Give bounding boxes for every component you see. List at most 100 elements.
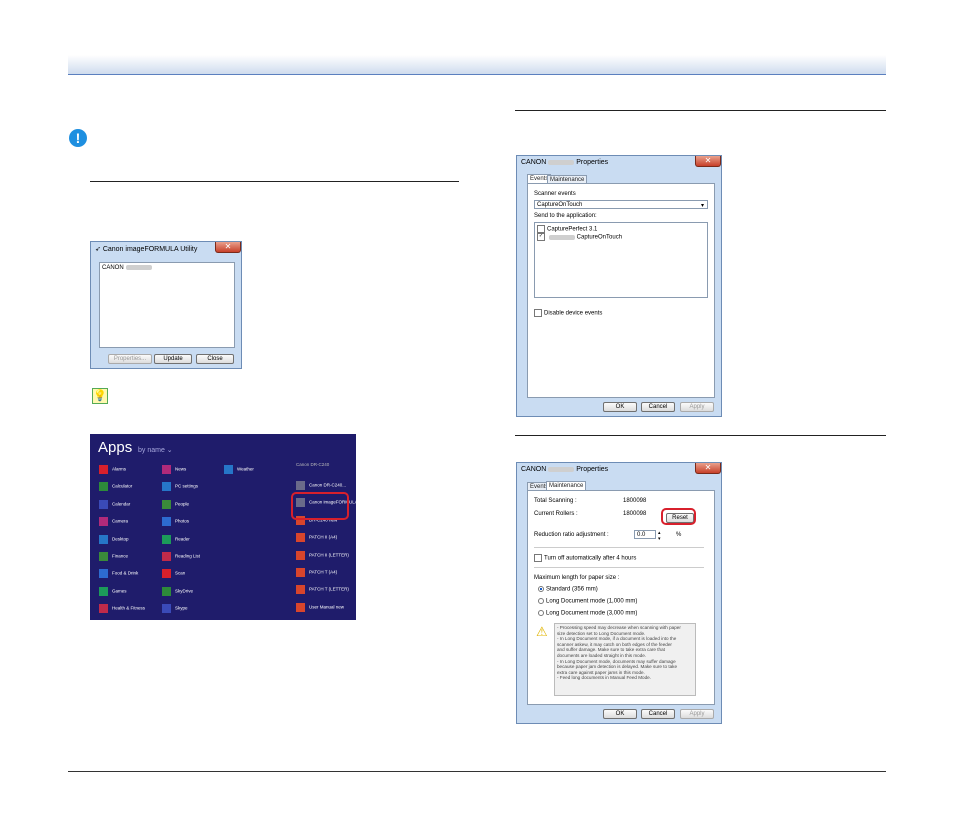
hint-icon: 💡 [92, 388, 108, 404]
app-tile[interactable]: SkyDrive [162, 586, 194, 596]
app-tile[interactable]: News [162, 465, 186, 474]
app-tile[interactable]: Camera [99, 517, 128, 527]
app-tile[interactable]: Scan [162, 569, 185, 579]
divider [534, 567, 704, 568]
turn-off-option[interactable]: Turn off automatically after 4 hours [534, 554, 636, 562]
app-tile-label: Weather [237, 466, 254, 472]
app-tile-label: PATCH T (LETTER) [309, 587, 349, 593]
close-icon[interactable]: ✕ [215, 242, 241, 253]
radio-standard[interactable]: Standard (356 mm) [538, 586, 598, 593]
app-icon [162, 465, 171, 474]
section-rule [90, 181, 459, 182]
app-tile-label: Reading List [175, 553, 201, 559]
events-dialog-title: CANON Properties [521, 159, 609, 166]
app-icon [296, 602, 305, 612]
app-tile[interactable]: Calendar [99, 499, 131, 509]
app-tile-label: Calendar [112, 501, 131, 507]
app-tile[interactable]: Photos [162, 517, 189, 527]
cancel-button[interactable]: Cancel [641, 709, 675, 719]
close-button[interactable]: Close [196, 354, 234, 364]
ok-button[interactable]: OK [603, 709, 637, 719]
properties-button[interactable]: Properties... [108, 354, 152, 364]
app-icon [99, 604, 108, 614]
total-scanning-label: Total Scanning : [534, 498, 577, 504]
app-icon [162, 586, 171, 596]
app-icon [162, 534, 171, 544]
app-tile-label: PC settings [175, 484, 199, 490]
scanner-events-select[interactable]: CaptureOnTouch ▾ [534, 200, 708, 209]
send-to-label: Send to the application: [534, 213, 597, 219]
app-tile[interactable]: Reading List [162, 552, 200, 561]
app-tile[interactable]: Reader [162, 534, 190, 544]
reduction-label: Reduction ratio adjustment : [534, 532, 609, 538]
disable-events-option[interactable]: Disable device events [534, 309, 602, 317]
app-icon [99, 465, 108, 474]
app-icon [224, 465, 233, 474]
app-tile[interactable]: Food & Drink [99, 569, 138, 579]
apps-title: Apps [98, 439, 133, 456]
device-list[interactable]: CANON [99, 262, 235, 348]
app-tile-label: Canon DR-C240... [309, 482, 347, 488]
caution-icon: ! [69, 129, 87, 147]
apps-sort[interactable]: by name ⌄ [138, 446, 173, 454]
app-icon [99, 534, 108, 544]
stepper-arrows-icon[interactable]: ▴ ▾ [658, 530, 661, 542]
app-icon [162, 482, 171, 492]
app-icon [99, 569, 108, 579]
app-tile[interactable]: PATCH T (LETTER) [296, 585, 349, 595]
app-tile[interactable]: PATCH T (A4) [296, 568, 337, 577]
reduction-stepper[interactable]: 0.0 [634, 530, 656, 539]
events-panel: Scanner events CaptureOnTouch ▾ Send to … [527, 183, 715, 398]
list-item[interactable]: ✓ CaptureOnTouch [537, 233, 622, 241]
radio-long-1000[interactable]: Long Document mode (1,000 mm) [538, 598, 637, 605]
list-item[interactable]: CapturePerfect 3.1 [537, 225, 597, 233]
close-icon[interactable]: ✕ [695, 156, 721, 167]
app-tile[interactable]: PATCH II (LETTER) [296, 550, 349, 560]
apply-button[interactable]: Apply [680, 402, 714, 412]
app-tile[interactable]: People [162, 499, 190, 509]
cancel-button[interactable]: Cancel [641, 402, 675, 412]
app-icon [99, 586, 108, 596]
app-tile-label: News [175, 466, 187, 472]
checkbox-checked[interactable]: ✓ [537, 233, 545, 241]
header-bar [68, 55, 886, 75]
section-rule [515, 110, 886, 111]
app-icon [162, 499, 171, 509]
checkbox[interactable] [537, 225, 545, 233]
close-icon[interactable]: ✕ [695, 463, 721, 474]
tab-maintenance[interactable]: Maintenance [547, 175, 588, 183]
app-tile-label: SkyDrive [175, 588, 194, 594]
radio[interactable] [538, 610, 544, 616]
app-tile[interactable]: Calculator [99, 482, 132, 492]
app-icon [99, 499, 108, 509]
app-tile[interactable]: PATCH II (A4) [296, 533, 337, 543]
update-button[interactable]: Update [154, 354, 192, 364]
ok-button[interactable]: OK [603, 402, 637, 412]
radio-long-3000[interactable]: Long Document mode (3,000 mm) [538, 610, 637, 617]
app-tile[interactable]: Alarms [99, 465, 126, 474]
app-tile[interactable]: User Manual new [296, 602, 344, 612]
radio-selected[interactable] [538, 586, 544, 592]
warning-text: - Processing speed may decrease when sca… [557, 625, 681, 681]
app-list[interactable]: CapturePerfect 3.1 ✓ CaptureOnTouch [534, 222, 708, 298]
app-tile[interactable]: Desktop [99, 534, 129, 544]
app-icon [99, 552, 108, 561]
app-tile[interactable]: Games [99, 586, 127, 596]
app-icon [296, 533, 305, 543]
app-tile[interactable]: Weather [224, 465, 254, 474]
checkbox[interactable] [534, 554, 542, 562]
app-tile[interactable]: Skype [162, 604, 188, 614]
footer-rule [68, 771, 886, 772]
apply-button[interactable]: Apply [680, 709, 714, 719]
app-icon [296, 585, 305, 595]
list-item[interactable]: CANON [102, 265, 152, 271]
divider [534, 547, 704, 548]
app-tile[interactable]: Health & Fitness [99, 604, 145, 614]
app-tile-label: People [175, 501, 190, 507]
app-tile[interactable]: Canon DR-C240... [296, 481, 346, 490]
tab-maintenance[interactable]: Maintenance [546, 481, 587, 490]
app-tile[interactable]: PC settings [162, 482, 199, 492]
app-tile[interactable]: Finance [99, 552, 128, 561]
checkbox[interactable] [534, 309, 542, 317]
radio[interactable] [538, 598, 544, 604]
